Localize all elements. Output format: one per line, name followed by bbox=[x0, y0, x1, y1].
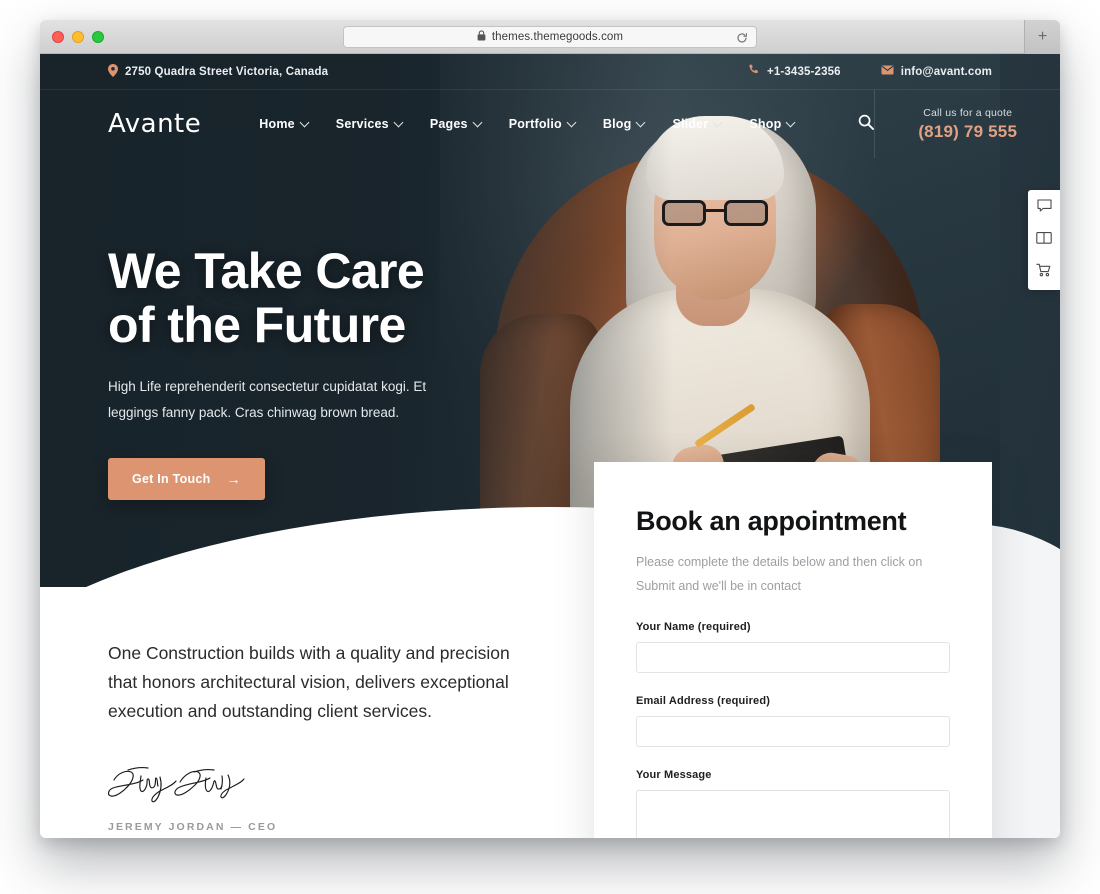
hero-title-line-1: We Take Care bbox=[108, 243, 425, 299]
chevron-down-icon bbox=[785, 117, 796, 127]
hero-subtitle-line-1: High Life reprehenderit consectetur cupi… bbox=[108, 379, 427, 394]
arrow-right-icon: → bbox=[226, 470, 241, 487]
envelope-icon bbox=[881, 65, 894, 78]
lock-icon bbox=[477, 28, 486, 46]
signature-caption: JEREMY JORDAN — CEO bbox=[108, 820, 278, 833]
nav-item-blog[interactable]: Blog bbox=[602, 117, 646, 131]
email-block[interactable]: info@avant.com bbox=[881, 65, 992, 78]
traffic-lights bbox=[40, 30, 104, 43]
get-in-touch-button[interactable]: Get In Touch → bbox=[108, 457, 265, 500]
signature-block: JEREMY JORDAN — CEO bbox=[107, 762, 538, 833]
intro-section: One Construction builds with a quality a… bbox=[107, 639, 538, 833]
search-button[interactable] bbox=[858, 114, 875, 135]
shopping-cart-icon bbox=[1036, 263, 1052, 282]
phone-icon bbox=[748, 64, 760, 79]
chevron-down-icon bbox=[566, 117, 577, 127]
dock-chat-button[interactable] bbox=[1031, 198, 1057, 218]
nav-item-label: Services bbox=[335, 117, 389, 131]
close-window-button[interactable] bbox=[52, 30, 64, 43]
hero-title-line-2: of the Future bbox=[108, 297, 406, 353]
appointment-form-card: Book an appointment Please complete the … bbox=[594, 462, 992, 838]
nav-item-home[interactable]: Home bbox=[259, 117, 310, 131]
chevron-down-icon bbox=[393, 117, 404, 127]
nav-item-label: Pages bbox=[429, 117, 468, 131]
phone-text: +1-3435-2356 bbox=[766, 65, 841, 78]
map-pin-icon bbox=[108, 63, 118, 80]
nav-item-pages[interactable]: Pages bbox=[429, 117, 483, 131]
hero-subtitle-line-2: leggings fanny pack. Cras chinwag brown … bbox=[108, 404, 400, 420]
nav-item-slider[interactable]: Slider bbox=[672, 117, 723, 131]
minimize-window-button[interactable] bbox=[72, 30, 84, 43]
signature-image bbox=[107, 766, 245, 802]
top-info-bar: 2750 Quadra Street Victoria, Canada +1-3… bbox=[40, 54, 1060, 90]
form-description: Please complete the details below and th… bbox=[636, 555, 923, 593]
nav-item-shop[interactable]: Shop bbox=[749, 117, 796, 131]
new-tab-button[interactable]: + bbox=[1024, 20, 1060, 54]
email-address-input[interactable] bbox=[636, 715, 950, 747]
field-label-your-name: Your Name (required) bbox=[636, 620, 751, 633]
site-logo[interactable]: Avante bbox=[108, 109, 201, 139]
hero-subtitle: High Life reprehenderit consectetur cupi… bbox=[108, 374, 438, 426]
side-dock bbox=[1028, 190, 1060, 290]
address-text: 2750 Quadra Street Victoria, Canada bbox=[125, 65, 329, 78]
chevron-down-icon bbox=[472, 117, 483, 127]
search-icon bbox=[858, 114, 875, 135]
nav-item-label: Home bbox=[259, 117, 295, 131]
chevron-down-icon bbox=[299, 117, 310, 127]
reload-icon[interactable] bbox=[736, 31, 748, 49]
chevron-down-icon bbox=[636, 117, 646, 127]
your-name-input[interactable] bbox=[636, 641, 950, 673]
nav-item-label: Portfolio bbox=[508, 117, 562, 131]
chat-bubble-icon bbox=[1036, 198, 1052, 218]
quote-label: Call us for a quote bbox=[923, 106, 1013, 119]
form-title: Book an appointment bbox=[636, 506, 907, 536]
call-for-quote-block[interactable]: Call us for a quote (819) 79 555 bbox=[874, 90, 1060, 158]
address-bar-text: themes.themegoods.com bbox=[491, 31, 624, 43]
field-email-address: Email Address (required) bbox=[636, 695, 950, 747]
nav-menu: Home Services Pages Portfolio Blog Slide… bbox=[259, 114, 875, 135]
field-your-message: Your Message bbox=[636, 768, 950, 838]
chevron-down-icon bbox=[712, 117, 723, 127]
address-block: 2750 Quadra Street Victoria, Canada bbox=[108, 63, 329, 80]
open-book-icon bbox=[1036, 231, 1052, 250]
field-label-email-address: Email Address (required) bbox=[636, 694, 771, 707]
hero-copy: We Take Care of the Future High Life rep… bbox=[108, 244, 538, 500]
field-your-name: Your Name (required) bbox=[636, 621, 950, 673]
dock-cart-button[interactable] bbox=[1031, 262, 1057, 282]
address-bar[interactable]: themes.themegoods.com bbox=[343, 26, 757, 48]
field-label-your-message: Your Message bbox=[636, 768, 712, 781]
quote-phone-number: (819) 79 555 bbox=[918, 121, 1018, 141]
nav-item-portfolio[interactable]: Portfolio bbox=[508, 117, 577, 131]
cta-label: Get In Touch bbox=[132, 471, 211, 486]
intro-paragraph: One Construction builds with a quality a… bbox=[108, 643, 510, 721]
dock-docs-button[interactable] bbox=[1031, 230, 1057, 250]
nav-item-label: Shop bbox=[749, 117, 782, 131]
nav-item-services[interactable]: Services bbox=[335, 117, 404, 131]
email-text: info@avant.com bbox=[900, 65, 992, 78]
your-message-textarea[interactable] bbox=[636, 789, 950, 838]
browser-window: themes.themegoods.com + 2750 Quadra Stre… bbox=[40, 20, 1060, 838]
nav-item-label: Blog bbox=[602, 117, 632, 131]
page-root: themes.themegoods.com + 2750 Quadra Stre… bbox=[0, 0, 1100, 894]
page-viewport: 2750 Quadra Street Victoria, Canada +1-3… bbox=[40, 54, 1060, 838]
phone-block[interactable]: +1-3435-2356 bbox=[748, 64, 841, 79]
hero-title: We Take Care of the Future bbox=[108, 244, 538, 352]
browser-titlebar: themes.themegoods.com + bbox=[40, 20, 1060, 54]
nav-item-label: Slider bbox=[672, 117, 709, 131]
main-navigation: Avante Home Services Pages Portfolio Blo… bbox=[40, 90, 1060, 158]
maximize-window-button[interactable] bbox=[92, 30, 104, 43]
